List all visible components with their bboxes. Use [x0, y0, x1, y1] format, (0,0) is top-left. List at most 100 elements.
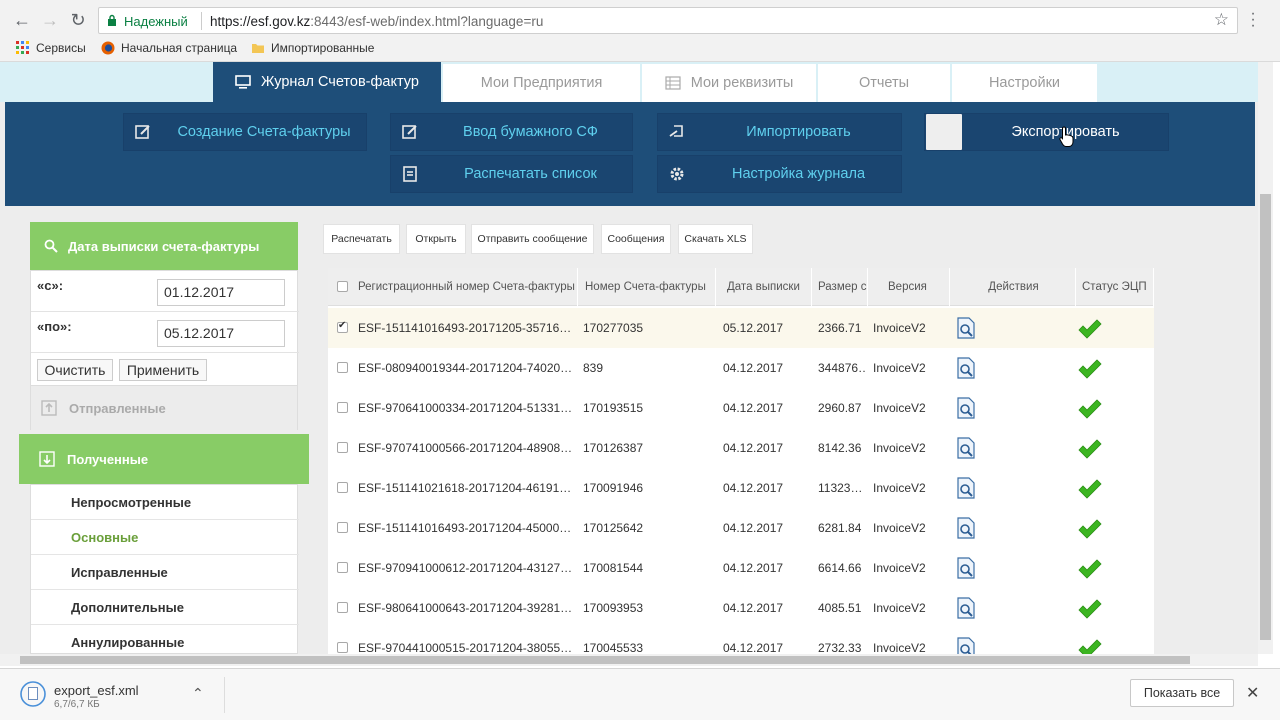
print-button[interactable]: Распечатать [323, 224, 400, 254]
tab-invoice-journal[interactable]: Журнал Счетов-фактур [213, 62, 441, 102]
view-document-icon[interactable] [956, 397, 976, 419]
file-icon[interactable] [20, 681, 46, 707]
print-list-button[interactable]: Распечатать список [390, 155, 633, 193]
subfolder-corrected[interactable]: Исправленные [31, 555, 299, 590]
chevron-up-icon[interactable]: ⌃ [192, 685, 204, 702]
back-arrow-icon[interactable]: ← [10, 8, 34, 32]
cell-invoice-number: 170126387 [583, 441, 644, 455]
paper-invoice-button[interactable]: Ввод бумажного СФ [390, 113, 633, 151]
col-signature-status[interactable]: Статус ЭЦП [1078, 268, 1154, 306]
row-checkbox[interactable] [337, 362, 348, 373]
table-row[interactable]: ESF-970741000566-20171204-48908… 17012638… [328, 428, 1154, 468]
bookmark-apps[interactable]: Сервисы [16, 41, 86, 55]
bookmark-home[interactable]: Начальная страница [101, 41, 237, 55]
tab-my-details[interactable]: Мои реквизиты [642, 64, 816, 102]
col-size[interactable]: Размер с [813, 268, 868, 306]
edit-icon [124, 114, 162, 150]
bookmark-label: Импортированные [271, 41, 375, 55]
view-document-icon[interactable] [956, 357, 976, 379]
upload-icon [41, 400, 57, 416]
address-bar[interactable]: Надежный https://esf.gov.kz:8443/esf-web… [98, 7, 1238, 34]
view-document-icon[interactable] [956, 517, 976, 539]
date-to-input[interactable]: 05.12.2017 [157, 320, 285, 347]
table-row[interactable]: ESF-151141021618-20171204-46191… 17009194… [328, 468, 1154, 508]
checkmark-icon [1078, 519, 1102, 539]
select-all-checkbox[interactable] [337, 281, 348, 292]
row-checkbox[interactable] [337, 320, 348, 333]
forward-arrow-icon[interactable]: → [38, 8, 62, 32]
url-text[interactable]: https://esf.gov.kz:8443/esf-web/index.ht… [210, 14, 543, 29]
row-checkbox[interactable] [337, 642, 348, 653]
create-invoice-button[interactable]: Создание Счета-фактуры [123, 113, 367, 151]
subfolder-additional[interactable]: Дополнительные [31, 590, 299, 625]
messages-button[interactable]: Сообщения [601, 224, 671, 254]
checkmark-icon [1078, 639, 1102, 654]
journal-settings-button[interactable]: Настройка журнала [657, 155, 902, 193]
open-button[interactable]: Открыть [406, 224, 466, 254]
apply-button[interactable]: Применить [119, 359, 207, 381]
view-document-icon[interactable] [956, 557, 976, 579]
horizontal-scrollbar[interactable] [0, 654, 1258, 666]
cell-version: InvoiceV2 [873, 321, 926, 335]
col-invoice-number[interactable]: Номер Счета-фактуры [580, 268, 716, 306]
show-all-downloads-button[interactable]: Показать все [1130, 679, 1234, 707]
bookmark-imported[interactable]: Импортированные [251, 41, 374, 55]
table-row[interactable]: ESF-980641000643-20171204-39281… 17009395… [328, 588, 1154, 628]
download-xls-button[interactable]: Скачать XLS [678, 224, 753, 254]
vertical-scroll-thumb[interactable] [1260, 194, 1271, 640]
browser-menu-icon[interactable]: · · · [1248, 6, 1258, 34]
close-icon[interactable]: ✕ [1246, 683, 1259, 703]
view-document-icon[interactable] [956, 317, 976, 339]
tab-my-enterprises[interactable]: Мои Предприятия [443, 64, 640, 102]
cell-reg-number: ESF-080940019344-20171204-74020… [358, 361, 573, 375]
pointer-cursor-icon [1059, 126, 1074, 147]
subfolder-cancelled[interactable]: Аннулированные [31, 625, 299, 654]
export-button[interactable]: Экспортировать [924, 113, 1169, 151]
col-issue-date[interactable]: Дата выписки [722, 268, 812, 306]
cell-invoice-number: 839 [583, 361, 604, 375]
horizontal-scroll-thumb[interactable] [20, 656, 1190, 664]
row-checkbox[interactable] [337, 482, 348, 493]
vertical-scrollbar[interactable] [1258, 62, 1273, 654]
view-document-icon[interactable] [956, 437, 976, 459]
cell-invoice-number: 170093953 [583, 601, 644, 615]
table-row[interactable]: ESF-151141016493-20171205-35716… 17027703… [328, 308, 1154, 348]
row-checkbox[interactable] [337, 442, 348, 453]
table-row[interactable]: ESF-970941000612-20171204-43127… 17008154… [328, 548, 1154, 588]
row-checkbox[interactable] [337, 402, 348, 413]
row-checkbox[interactable] [337, 562, 348, 573]
table-row[interactable]: ESF-151141016493-20171204-45000… 17012564… [328, 508, 1154, 548]
clear-button[interactable]: Очистить [37, 359, 113, 381]
folder-sent[interactable]: Отправленные [30, 386, 298, 430]
view-document-icon[interactable] [956, 597, 976, 619]
browser-chrome: ← → ↻ Надежный https://esf.gov.kz:8443/e… [0, 0, 1280, 62]
row-checkbox[interactable] [337, 602, 348, 613]
address-row: ← → ↻ Надежный https://esf.gov.kz:8443/e… [0, 4, 1280, 36]
subfolder-unviewed[interactable]: Непросмотренные [31, 485, 299, 520]
table-row[interactable]: ESF-080940019344-20171204-74020… 839 04.12… [328, 348, 1154, 388]
date-filter-header[interactable]: Дата выписки счета-фактуры [30, 222, 298, 270]
table-row[interactable]: ESF-970641000334-20171204-51331… 17019351… [328, 388, 1154, 428]
folder-received[interactable]: Полученные [19, 434, 309, 484]
tab-label: Настройки [988, 75, 1061, 91]
subfolder-main[interactable]: Основные [31, 520, 299, 555]
cell-version: InvoiceV2 [873, 401, 926, 415]
date-filter-form: «с»: 01.12.2017 «по»: 05.12.2017 Очистит… [30, 270, 299, 386]
download-file-name[interactable]: export_esf.xml [54, 683, 139, 698]
col-reg-number[interactable]: Регистрационный номер Счета-фактуры [353, 268, 578, 306]
tab-reports[interactable]: Отчеты [818, 64, 950, 102]
view-document-icon[interactable] [956, 477, 976, 499]
import-button[interactable]: Импортировать [657, 113, 902, 151]
cell-size: 6281.84 [818, 521, 862, 535]
bookmark-star-icon[interactable]: ☆ [1214, 10, 1229, 30]
date-from-input[interactable]: 01.12.2017 [157, 279, 285, 306]
col-version[interactable]: Версия [870, 268, 950, 306]
send-message-button[interactable]: Отправить сообщение [471, 224, 594, 254]
bookmark-label: Сервисы [36, 41, 86, 55]
tab-settings[interactable]: Настройки [952, 64, 1097, 102]
row-checkbox[interactable] [337, 522, 348, 533]
table-row[interactable]: ESF-970441000515-20171204-38055… 17004553… [328, 628, 1154, 654]
cell-version: InvoiceV2 [873, 481, 926, 495]
reload-icon[interactable]: ↻ [66, 8, 90, 32]
view-document-icon[interactable] [956, 637, 976, 654]
